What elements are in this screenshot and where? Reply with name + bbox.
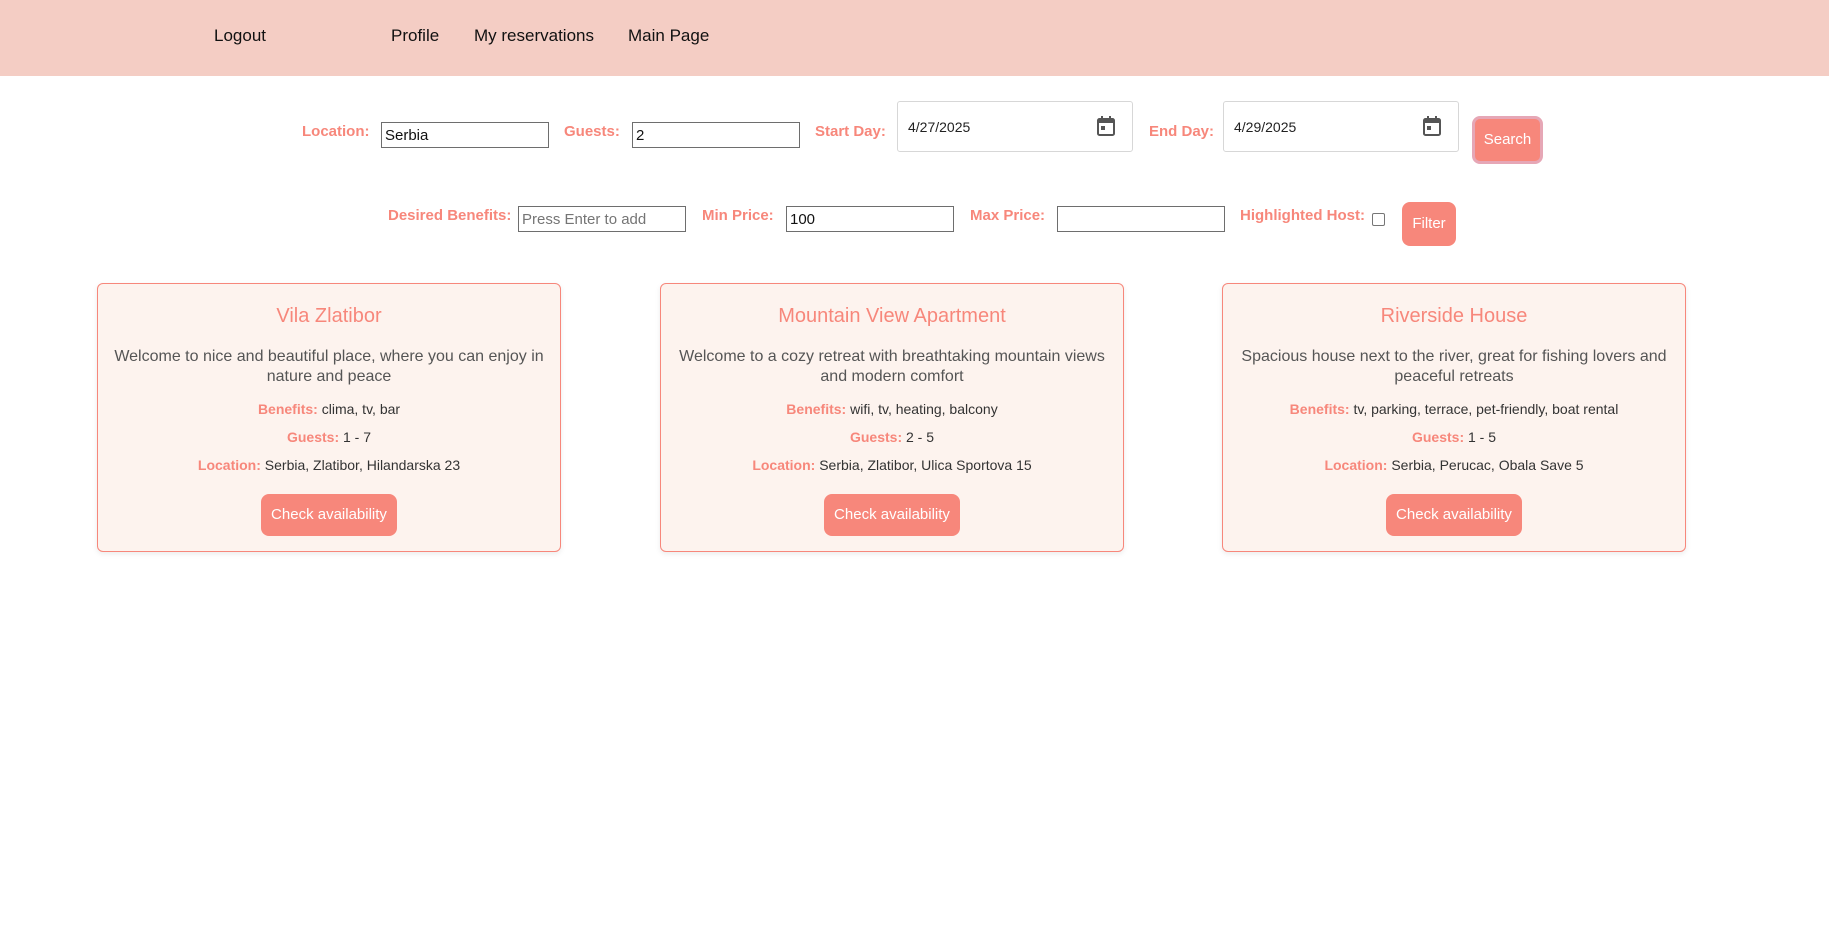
max-price-input[interactable] xyxy=(1057,206,1225,232)
guests-input[interactable] xyxy=(632,122,800,148)
guests-label: Guests: xyxy=(564,123,620,140)
location-key: Location: xyxy=(752,457,816,473)
location-value: Serbia, Zlatibor, Ulica Sportova 15 xyxy=(819,457,1032,473)
card-title: Vila Zlatibor xyxy=(276,305,382,327)
card-description: Spacious house next to the river, great … xyxy=(1241,348,1667,385)
guests-key: Guests: xyxy=(1411,429,1465,445)
min-price-input[interactable] xyxy=(786,206,954,232)
card-location: Location: Serbia, Perucac, Obala Save 5 xyxy=(1223,457,1685,473)
card-title: Riverside House xyxy=(1380,305,1528,327)
guests-value: 1 - 5 xyxy=(1468,429,1497,445)
my-reservations-link[interactable]: My reservations xyxy=(474,26,594,46)
card-title: Mountain View Apartment xyxy=(778,305,1006,327)
calendar-icon[interactable] xyxy=(1423,116,1441,136)
card-benefits: Benefits: clima, tv, bar xyxy=(98,401,560,417)
profile-link[interactable]: Profile xyxy=(391,26,439,46)
location-value: Serbia, Perucac, Obala Save 5 xyxy=(1391,457,1584,473)
check-availability-button[interactable]: Check availability xyxy=(824,494,960,536)
location-input[interactable] xyxy=(381,122,549,148)
benefits-input[interactable] xyxy=(518,206,686,232)
end-day-value: 4/29/2025 xyxy=(1234,119,1297,135)
card-benefits: Benefits: tv, parking, terrace, pet-frie… xyxy=(1223,401,1685,417)
accommodation-card: Vila Zlatibor Welcome to nice and beauti… xyxy=(97,283,561,552)
start-day-label: Start Day: xyxy=(815,123,886,140)
card-description: Welcome to nice and beautiful place, whe… xyxy=(114,348,544,385)
calendar-icon[interactable] xyxy=(1097,116,1115,136)
benefits-value: tv, parking, terrace, pet-friendly, boat… xyxy=(1353,401,1619,417)
benefits-value: clima, tv, bar xyxy=(321,401,401,417)
benefits-key: Benefits: xyxy=(257,401,318,417)
logout-link[interactable]: Logout xyxy=(214,26,266,46)
location-key: Location: xyxy=(197,457,261,473)
check-availability-button[interactable]: Check availability xyxy=(261,494,397,536)
benefits-value: wifi, tv, heating, balcony xyxy=(850,401,998,417)
location-key: Location: xyxy=(1324,457,1388,473)
filter-button[interactable]: Filter xyxy=(1402,202,1456,246)
card-location: Location: Serbia, Zlatibor, Ulica Sporto… xyxy=(661,457,1123,473)
accommodation-card: Mountain View Apartment Welcome to a coz… xyxy=(660,283,1124,552)
start-day-picker[interactable]: 4/27/2025 xyxy=(897,101,1133,152)
card-description: Welcome to a cozy retreat with breathtak… xyxy=(679,348,1105,385)
location-label: Location: xyxy=(302,123,370,140)
max-price-label: Max Price: xyxy=(970,207,1046,224)
guests-key: Guests: xyxy=(286,429,340,445)
start-day-value: 4/27/2025 xyxy=(908,119,971,135)
end-day-picker[interactable]: 4/29/2025 xyxy=(1223,101,1459,152)
desired-benefits-label: Desired Benefits: xyxy=(388,207,512,224)
main-page-link[interactable]: Main Page xyxy=(628,26,709,46)
card-guests: Guests: 1 - 7 xyxy=(98,429,560,445)
card-benefits: Benefits: wifi, tv, heating, balcony xyxy=(661,401,1123,417)
check-availability-button[interactable]: Check availability xyxy=(1386,494,1522,536)
guests-value: 1 - 7 xyxy=(343,429,372,445)
accommodation-card: Riverside House Spacious house next to t… xyxy=(1222,283,1686,552)
location-value: Serbia, Zlatibor, Hilandarska 23 xyxy=(264,457,461,473)
guests-value: 2 - 5 xyxy=(906,429,935,445)
end-day-label: End Day: xyxy=(1149,123,1215,140)
top-navbar: Logout Profile My reservations Main Page xyxy=(0,0,1829,76)
benefits-key: Benefits: xyxy=(1289,401,1350,417)
search-button[interactable]: Search xyxy=(1472,116,1543,164)
card-guests: Guests: 1 - 5 xyxy=(1223,429,1685,445)
highlighted-host-label: Highlighted Host: xyxy=(1240,207,1365,224)
benefits-key: Benefits: xyxy=(786,401,847,417)
card-location: Location: Serbia, Zlatibor, Hilandarska … xyxy=(98,457,560,473)
card-guests: Guests: 2 - 5 xyxy=(661,429,1123,445)
guests-key: Guests: xyxy=(849,429,903,445)
highlighted-host-checkbox[interactable] xyxy=(1372,213,1385,226)
min-price-label: Min Price: xyxy=(702,207,774,224)
